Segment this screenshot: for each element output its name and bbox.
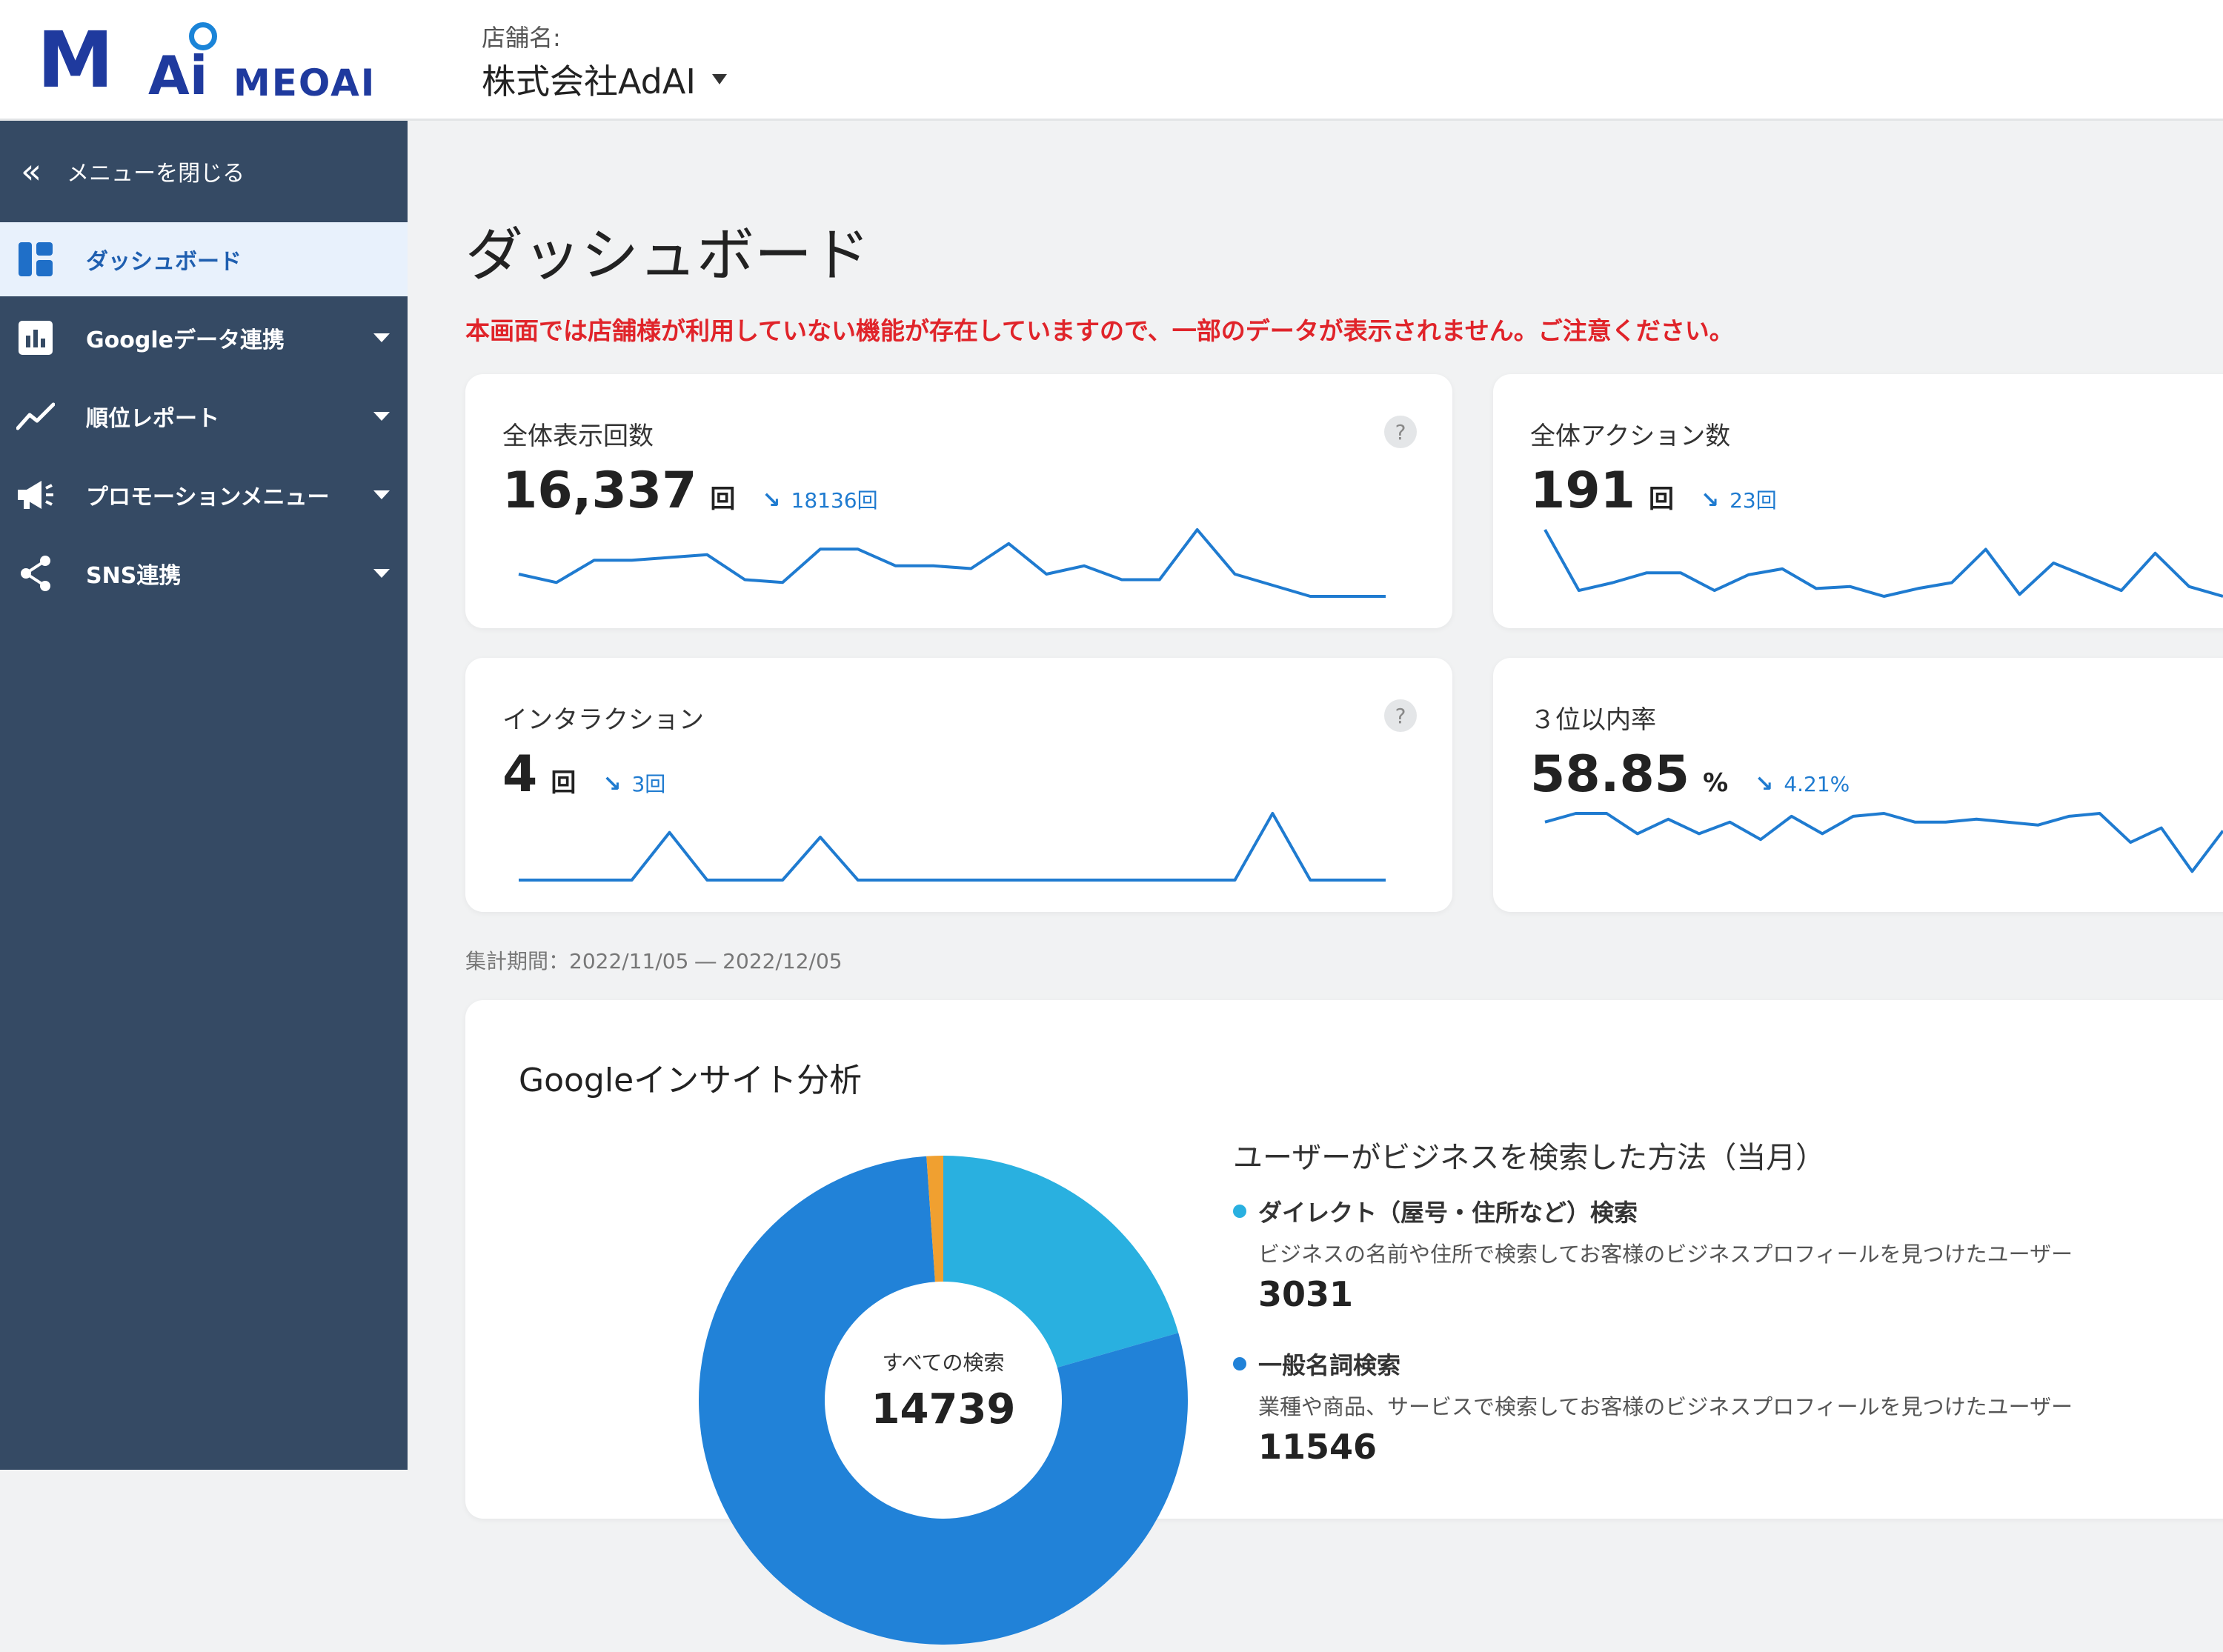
card-label: インタラクション — [502, 705, 704, 735]
store-name: 株式会社AdAI — [482, 61, 696, 101]
sidebar: « メニューを閉じる ダッシュボード Googleデータ連携 順位レポート プロ… — [0, 121, 408, 1470]
caret-down-icon — [373, 490, 390, 499]
stat-previous: 18136回 — [791, 488, 878, 513]
stat-row: 4 回 ↘ 3回 — [502, 745, 665, 804]
stat-unit: % — [1703, 768, 1729, 798]
sidebar-item-label: SNS連携 — [86, 563, 182, 589]
sparkline-series — [1544, 529, 2223, 598]
trend-line-icon — [15, 396, 56, 437]
share-icon — [15, 553, 56, 594]
donut-center-label: すべての検索 — [882, 1350, 1005, 1375]
sparkline-chart — [518, 528, 1386, 598]
notice-message: 本画面では店舗様が利用していない機能が存在していますので、一部のデータが表示され… — [465, 316, 1734, 345]
caret-down-icon — [373, 333, 390, 342]
donut-center-value: 14739 — [871, 1385, 1016, 1433]
insight-title: Googleインサイト分析 — [519, 1062, 863, 1099]
megaphone-icon — [15, 474, 56, 516]
stat-card-top3-rate: ３位以内率 58.85 % ↘ 4.21% — [1493, 658, 2223, 912]
legend-dot — [1233, 1357, 1246, 1370]
sidebar-item-label: プロモーションメニュー — [86, 484, 330, 510]
sparkline-chart — [1544, 812, 2223, 873]
method-count: 11546 — [1258, 1427, 1378, 1467]
card-label: 全体表示回数 — [502, 422, 654, 451]
stat-card-actions: 全体アクション数 191 回 ↘ 23回 — [1493, 374, 2223, 628]
caret-down-icon — [373, 569, 390, 578]
aggregation-period: 集計期間：2022/11/05 ― 2022/12/05 — [465, 949, 843, 973]
method-general: 一般名詞検索 業種や商品、サービスで検索してお客様のビジネスプロフィールを見つけ… — [1233, 1347, 2073, 1467]
trend-down-icon: ↘ — [1755, 771, 1774, 797]
stat-value: 4 — [502, 745, 538, 804]
map-pin-icon — [189, 22, 217, 50]
stat-value: 16,337 — [502, 462, 697, 520]
sparkline-series — [518, 528, 1386, 598]
stat-unit: 回 — [710, 484, 736, 514]
method-name: ダイレクト（屋号・住所など）検索 — [1258, 1199, 1638, 1227]
trend-down-icon: ↘ — [602, 771, 622, 797]
search-method-title: ユーザーがビジネスを検索した方法（当月） — [1233, 1141, 1826, 1175]
stat-row: 58.85 % ↘ 4.21% — [1530, 745, 1850, 804]
method-count: 3031 — [1258, 1274, 1354, 1314]
sparkline-series — [519, 812, 1386, 882]
stat-row: 191 回 ↘ 23回 — [1530, 462, 1777, 520]
meoai-logo[interactable]: M Ai MEOAI — [37, 16, 408, 105]
sparkline-chart — [519, 812, 1386, 882]
logo-ai: Ai — [148, 44, 208, 107]
sidebar-item-google-data[interactable]: Googleデータ連携 — [0, 301, 408, 375]
card-label: 全体アクション数 — [1530, 422, 1731, 451]
method-description: ビジネスの名前や住所で検索してお客様のビジネスプロフィールを見つけたユーザー — [1258, 1242, 2073, 1267]
donut-slice-direct — [943, 1156, 1179, 1368]
stat-unit: 回 — [551, 768, 576, 798]
help-icon[interactable]: ? — [1384, 416, 1417, 448]
close-menu-button[interactable]: « メニューを閉じる — [21, 154, 245, 188]
stat-previous: 4.21% — [1784, 772, 1850, 796]
caret-down-icon — [711, 74, 727, 84]
stat-value: 58.85 — [1530, 745, 1690, 804]
stat-card-interactions: インタラクション ? 4 回 ↘ 3回 — [465, 658, 1452, 912]
sidebar-item-label: ダッシュボード — [86, 249, 242, 275]
stat-row: 16,337 回 ↘ 18136回 — [502, 462, 878, 520]
card-label: ３位以内率 — [1530, 705, 1656, 735]
logo-m: M — [37, 15, 113, 105]
bar-chart-icon — [15, 317, 56, 359]
sidebar-item-label: Googleデータ連携 — [86, 327, 285, 353]
stat-unit: 回 — [1648, 484, 1674, 514]
stat-value: 191 — [1530, 462, 1635, 520]
stat-previous: 23回 — [1729, 488, 1777, 513]
stat-card-impressions: 全体表示回数 ? 16,337 回 ↘ 18136回 — [465, 374, 1452, 628]
method-direct: ダイレクト（屋号・住所など）検索 ビジネスの名前や住所で検索してお客様のビジネス… — [1233, 1194, 2073, 1314]
store-label: 店舗名: — [482, 24, 561, 52]
sidebar-item-promotion[interactable]: プロモーションメニュー — [0, 458, 408, 532]
logo-wordmark: MEOAI — [233, 61, 376, 104]
method-name: 一般名詞検索 — [1258, 1351, 1401, 1379]
sparkline-series — [1544, 812, 2223, 873]
sidebar-item-dashboard[interactable]: ダッシュボード — [0, 222, 408, 296]
help-icon[interactable]: ? — [1384, 699, 1417, 732]
sidebar-item-sns[interactable]: SNS連携 — [0, 536, 408, 610]
top-header: M Ai MEOAI 店舗名: 株式会社AdAI — [0, 0, 2223, 121]
store-selector[interactable]: 株式会社AdAI — [482, 55, 727, 104]
insight-card: Googleインサイト分析 すべての検索 14739 ユーザーがビジネスを検索し… — [465, 1000, 2223, 1645]
double-chevron-left-icon: « — [21, 151, 42, 191]
dashboard-icon — [15, 239, 56, 280]
sidebar-item-label: 順位レポート — [86, 406, 219, 432]
method-description: 業種や商品、サービスで検索してお客様のビジネスプロフィールを見つけたユーザー — [1258, 1394, 2073, 1419]
sparkline-chart — [1544, 529, 2223, 598]
legend-dot — [1233, 1205, 1246, 1218]
sidebar-item-rank-report[interactable]: 順位レポート — [0, 379, 408, 453]
trend-down-icon: ↘ — [762, 487, 781, 513]
close-menu-label: メニューを閉じる — [67, 161, 245, 187]
page-title: ダッシュボード — [465, 222, 871, 289]
caret-down-icon — [373, 412, 390, 421]
stat-previous: 3回 — [631, 772, 666, 796]
trend-down-icon: ↘ — [1700, 487, 1720, 513]
